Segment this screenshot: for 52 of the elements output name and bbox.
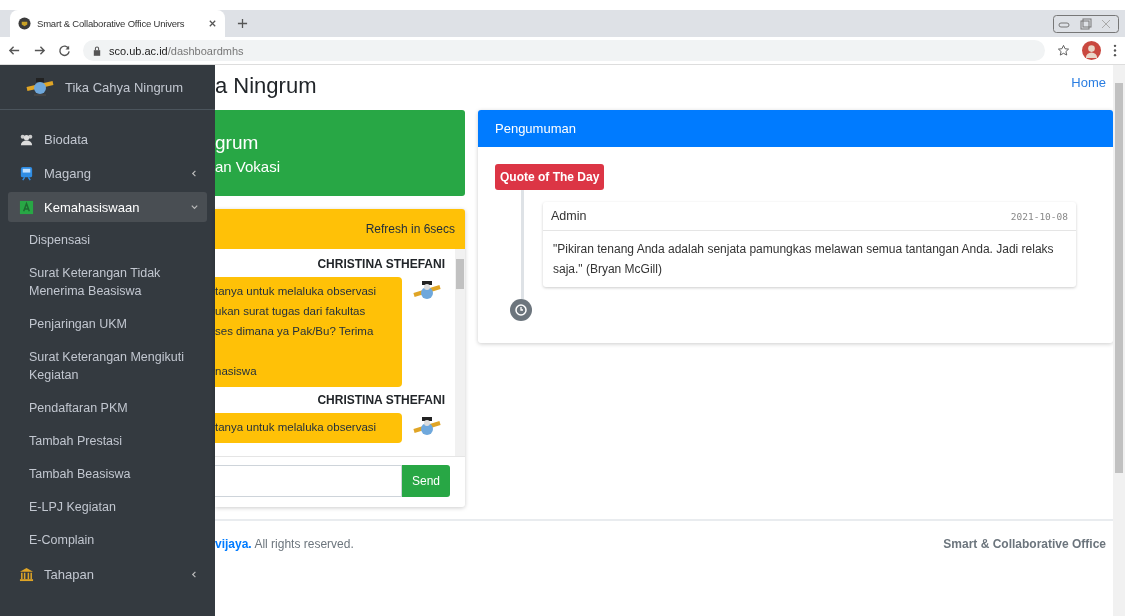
submenu-link[interactable]: Dispensasi [0,224,215,257]
submenu-link[interactable]: Surat Keterangan Mengikuti Kegiatan [0,341,215,392]
page-scrollbar[interactable] [1113,65,1125,616]
submenu-link[interactable]: Penjaringan UKM [0,308,215,341]
more-icon[interactable] [1113,44,1117,57]
entry-text: "Pikiran tenang Anda adalah senjata pamungkas melawan semua tantangan Anda. Jadi relaks saja." (Bryan McGill) [552,241,1055,278]
clock-icon [510,299,532,321]
star-icon[interactable] [1057,44,1070,57]
sidebar-item[interactable]: Tahapan [8,559,207,589]
forward-icon[interactable] [33,44,46,57]
submenu-link[interactable]: Tambah Prestasi [0,425,215,458]
sender-name: CHRISTINA STHEFANI [317,257,445,271]
profile-avatar-icon[interactable] [1082,41,1101,60]
page-title: a Ningrum [215,73,317,99]
sidebar-item[interactable]: Biodata [8,124,207,154]
mascot-icon [25,75,55,99]
new-tab-icon[interactable] [237,18,248,29]
close-icon[interactable] [208,19,217,28]
sender-name: CHRISTINA STHEFANI [317,393,445,407]
submenu-link[interactable]: E-LPJ Kegiatan [0,491,215,524]
message-bubble: tanya untuk melaluka observasi [215,413,402,443]
refresh-countdown: Refresh in 6secs [365,222,455,236]
sidebar-item[interactable]: Magang [8,158,207,188]
chat-scrollbar[interactable] [455,249,465,456]
address-field[interactable]: sco.ub.ac.id/dashboardmhs [83,40,1045,61]
submenu-link[interactable]: Tambah Beasiswa [0,458,215,491]
breadcrumb-link[interactable]: Home [1071,75,1106,90]
timeline-label: Quote of The Day [495,164,605,190]
submenu-link[interactable]: Surat Keterangan Tidak Menerima Beasiswa [0,257,215,308]
card-title: Pengumuman [495,121,576,136]
submenu-link[interactable]: Pendaftaran PKM [0,392,215,425]
reload-icon[interactable] [58,44,71,57]
footer-brand: Smart & Collaborative Office [943,537,1106,551]
submenu-link[interactable]: E-Complain [0,524,215,557]
window-controls-icon[interactable] [1053,14,1119,33]
letter-a-icon [19,199,34,215]
message-input[interactable] [215,465,402,497]
entry-date: 2021-10-08 [1010,210,1068,222]
bank-icon [19,566,34,582]
student-name: grum [215,132,260,154]
message-bubble: tanya untuk melaluka observasi ukan surat tugas dari fakultas ses dimana ya Pak/Bu? Terima nasiswa [215,277,402,387]
shield-icon [18,17,31,30]
tab-title: Smart & Collaborative Office Univers [37,18,186,29]
train-icon [19,165,34,181]
browser-tab[interactable]: Smart & Collaborative Office Univers [10,10,225,37]
faculty-name: an Vokasi [215,158,282,175]
user-name: Tika Cahya Ningrum [65,79,183,95]
lock-icon [93,45,101,56]
back-icon[interactable] [8,44,21,57]
entry-author: Admin [551,209,587,223]
copyright-text: vijaya. All rights reserved. [215,537,354,551]
sidebar-item[interactable]: Kemahasiswaan [8,192,207,222]
